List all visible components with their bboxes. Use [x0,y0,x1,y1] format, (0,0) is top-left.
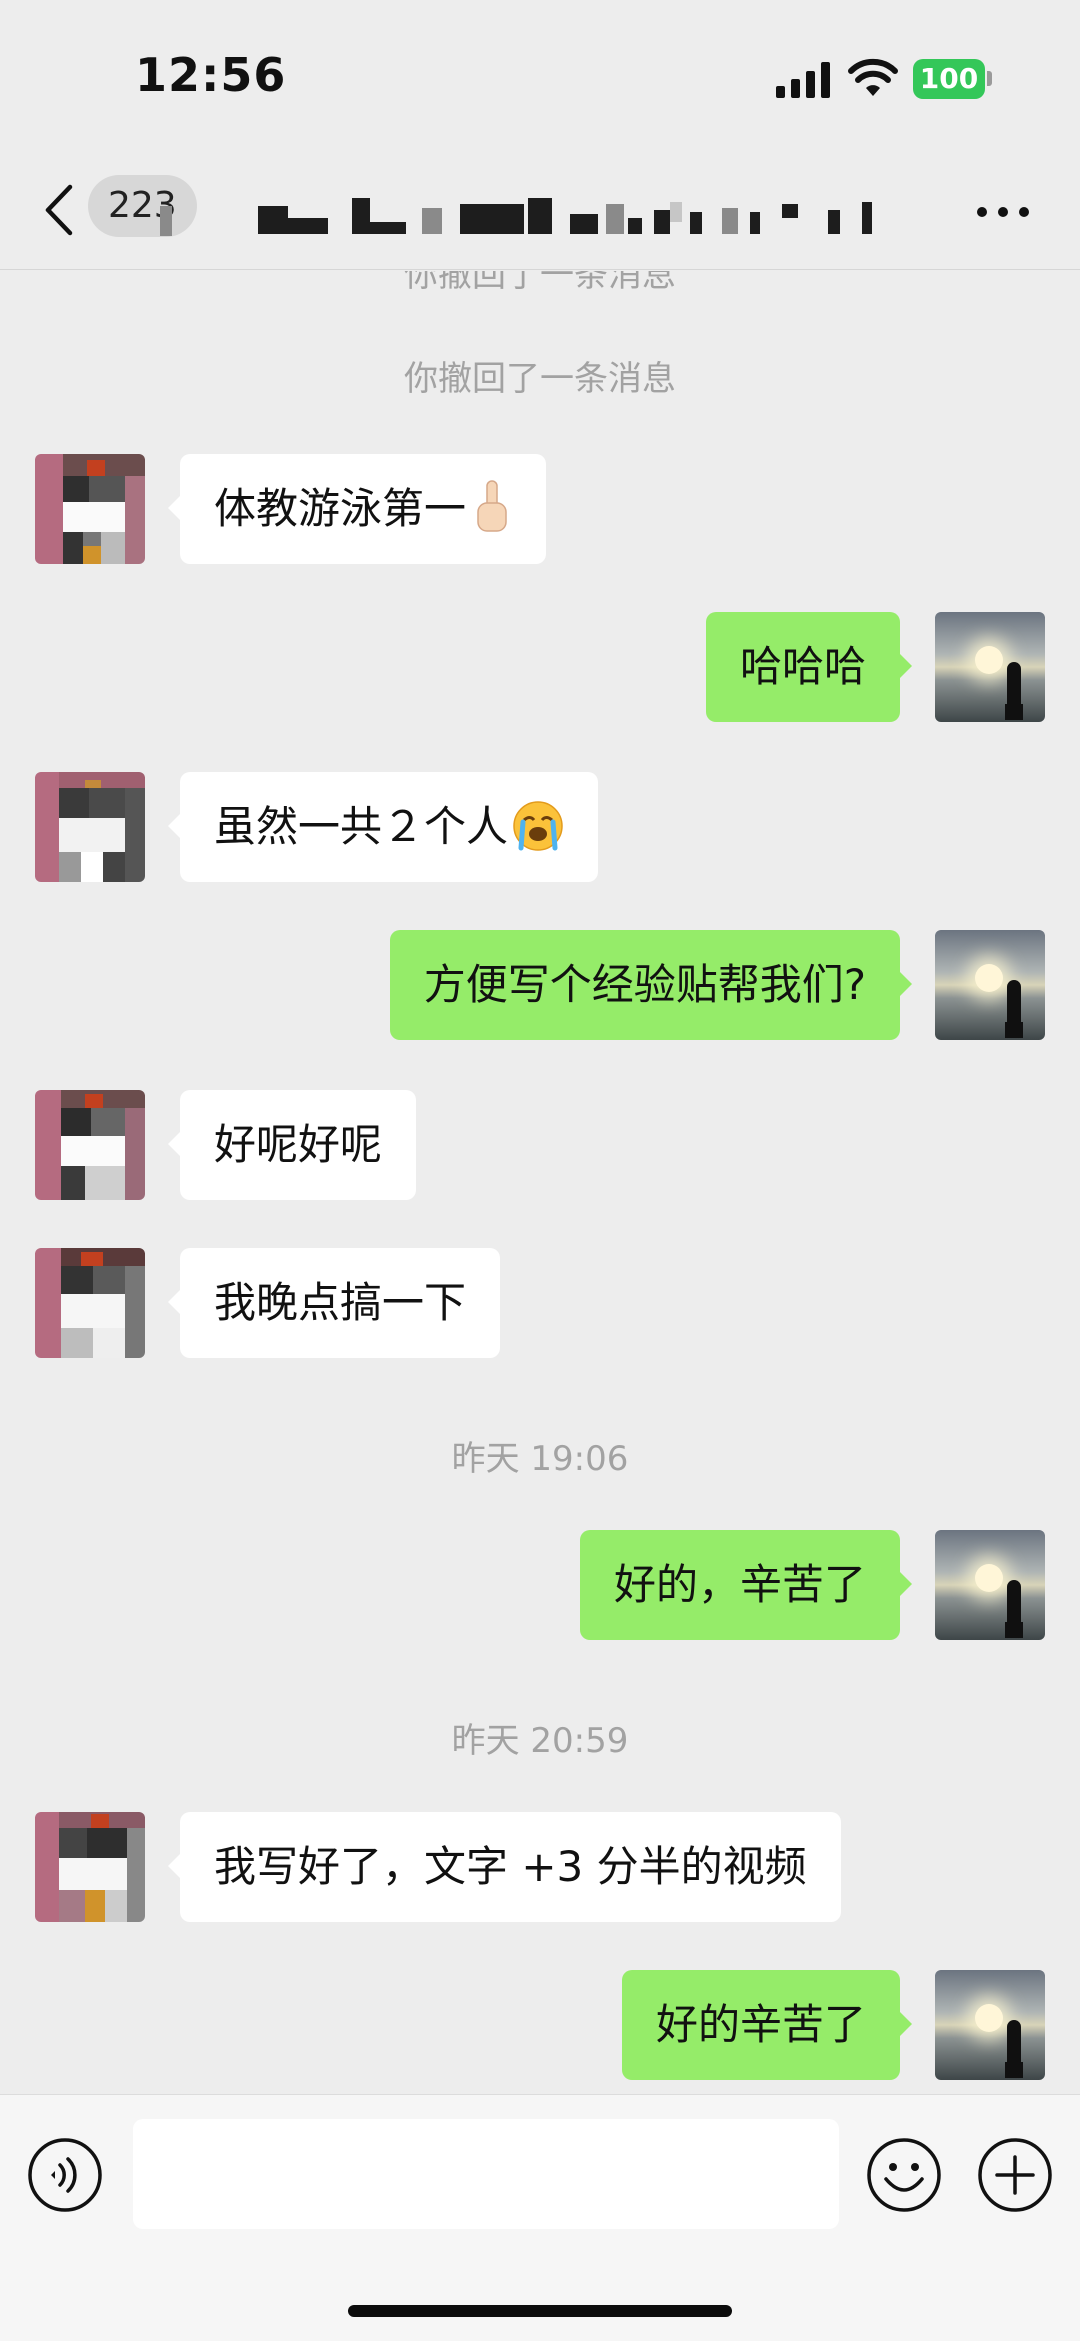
message-text: 我写好了，文字 +3 分半的视频 [214,1842,807,1891]
recall-notice: 你撤回了一条消息 [404,359,676,399]
message-bubble-received[interactable]: 好呢好呢 [167,1090,417,1200]
home-indicator[interactable] [348,2305,732,2317]
message-text: 好呢好呢 [214,1120,383,1169]
message-text: 体教游泳第一 [214,484,467,533]
message-timestamp: 昨天 20:59 [451,1721,629,1761]
message-list[interactable]: 你撤回了一条消息 你撤回了一条消息 体教游泳第一 哈哈哈 虽然一共２个人 方便写… [0,271,1080,2094]
message-bubble-sent[interactable]: 好的辛苦了 [621,1970,913,2080]
my-avatar[interactable] [935,1530,1045,1640]
more-dots-icon[interactable] [975,205,1031,219]
wifi-icon [848,58,898,96]
voice-icon[interactable] [27,2137,103,2213]
message-text: 我晚点搞一下 [214,1278,467,1327]
message-bubble-received[interactable]: 我写好了，文字 +3 分半的视频 [168,1812,841,1922]
message-input[interactable] [133,2119,839,2229]
chat-title-pixelated [160,198,900,242]
message-timestamp: 昨天 19:06 [451,1439,629,1479]
my-avatar[interactable] [935,612,1045,722]
battery-cap [987,71,992,86]
contact-avatar[interactable] [35,1812,145,1922]
contact-avatar[interactable] [35,772,145,882]
input-bar [0,2094,1080,2341]
message-text: 方便写个经验贴帮我们? [423,960,866,1009]
message-bubble-sent[interactable]: 哈哈哈 [705,612,913,722]
message-text: 好的，辛苦了 [613,1560,866,1609]
message-text: 哈哈哈 [739,642,866,691]
message-text: 虽然一共２个人 [214,802,509,851]
contact-avatar[interactable] [35,1090,145,1200]
recall-notice: 你撤回了一条消息 [404,271,676,295]
contact-avatar[interactable] [35,454,145,564]
status-time: 12:56 [135,48,287,102]
message-bubble-received[interactable]: 虽然一共２个人 [167,772,599,882]
message-bubble-sent[interactable]: 方便写个经验贴帮我们? [389,930,913,1040]
message-bubble-received[interactable]: 体教游泳第一 [167,454,547,564]
message-text: 好的辛苦了 [655,2000,866,2049]
message-bubble-received[interactable]: 我晚点搞一下 [167,1248,501,1358]
contact-avatar[interactable] [35,1248,145,1358]
signal-icon [776,62,830,98]
plus-icon[interactable] [977,2137,1053,2213]
my-avatar[interactable] [935,1970,1045,2080]
battery-icon: 100 [913,59,985,99]
status-bar: 12:56 100 [0,0,1080,150]
chevron-left-icon[interactable] [42,183,76,237]
my-avatar[interactable] [935,930,1045,1040]
chat-header: 223 [0,150,1080,270]
emoji-icon[interactable] [866,2137,942,2213]
message-bubble-sent[interactable]: 好的，辛苦了 [579,1530,913,1640]
index-pointing-up-emoji-icon [477,479,507,532]
loudly-crying-face-emoji-icon [513,800,563,851]
